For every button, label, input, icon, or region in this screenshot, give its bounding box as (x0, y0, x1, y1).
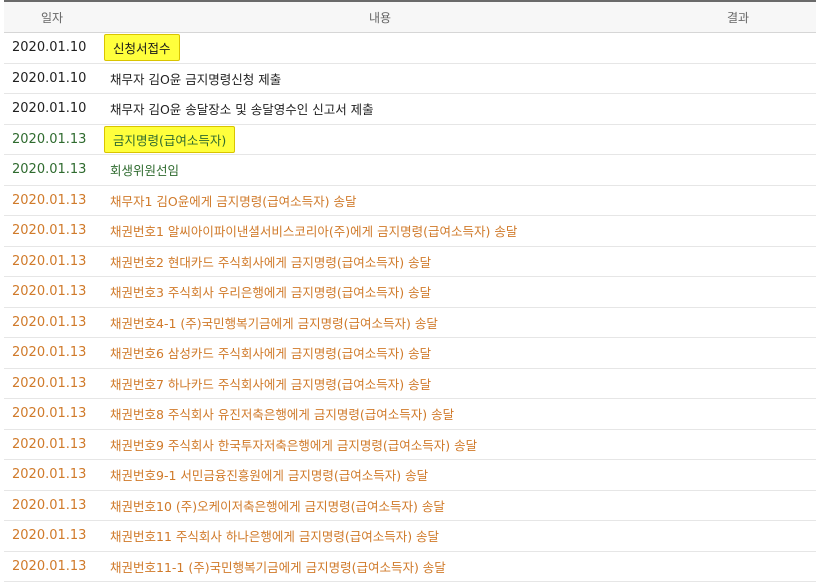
row-content: 채무자 김O윤 금지명령신청 제출 (100, 63, 660, 94)
row-content: 채권번호9-1 서민금융진흥원에게 금지명령(급여소득자) 송달 (100, 459, 660, 491)
case-history-table: 일자 내용 결과 2020.01.10 신청서접수 2020.01.10 채무자… (4, 0, 816, 582)
row-date: 2020.01.13 (4, 459, 100, 491)
table-row: 2020.01.13 채권번호4-1 (주)국민행복기금에게 금지명령(급여소득… (4, 307, 816, 338)
row-result (660, 154, 816, 186)
row-result (660, 337, 816, 369)
row-result (660, 551, 816, 582)
row-result (660, 490, 816, 521)
row-content: 금지명령(급여소득자) (100, 124, 660, 155)
table-row: 2020.01.10 채무자 김O윤 송달장소 및 송달영수인 신고서 제출 (4, 93, 816, 125)
row-content: 채권번호4-1 (주)국민행복기금에게 금지명령(급여소득자) 송달 (100, 307, 660, 338)
row-content: 채권번호1 알씨아이파이낸셜서비스코리아(주)에게 금지명령(급여소득자) 송달 (100, 215, 660, 247)
row-date: 2020.01.13 (4, 551, 100, 582)
table-body: 2020.01.10 신청서접수 2020.01.10 채무자 김O윤 금지명령… (4, 32, 816, 582)
row-result (660, 246, 816, 277)
row-date: 2020.01.13 (4, 429, 100, 460)
row-date: 2020.01.13 (4, 368, 100, 399)
row-date: 2020.01.13 (4, 124, 100, 155)
row-content: 채권번호2 현대카드 주식회사에게 금지명령(급여소득자) 송달 (100, 246, 660, 277)
row-content: 회생위원선임 (100, 154, 660, 186)
row-date: 2020.01.13 (4, 276, 100, 308)
header-row: 일자 내용 결과 (4, 1, 816, 33)
table-row: 2020.01.13 채권번호11-1 (주)국민행복기금에게 금지명령(급여소… (4, 551, 816, 582)
highlighted-entry: 신청서접수 (104, 34, 180, 62)
row-result (660, 185, 816, 216)
row-result (660, 124, 816, 155)
row-content: 채권번호11 주식회사 하나은행에게 금지명령(급여소득자) 송달 (100, 520, 660, 552)
row-date: 2020.01.13 (4, 398, 100, 430)
row-result (660, 32, 816, 64)
row-content: 신청서접수 (100, 32, 660, 64)
row-result (660, 398, 816, 430)
row-content: 채무자1 김O윤에게 금지명령(급여소득자) 송달 (100, 185, 660, 216)
header-date: 일자 (4, 1, 100, 33)
table-row: 2020.01.13 채권번호8 주식회사 유진저축은행에게 금지명령(급여소득… (4, 398, 816, 430)
table-row: 2020.01.13 채권번호3 주식회사 우리은행에게 금지명령(급여소득자)… (4, 276, 816, 308)
table-row: 2020.01.13 채권번호6 삼성카드 주식회사에게 금지명령(급여소득자)… (4, 337, 816, 369)
row-result (660, 368, 816, 399)
row-date: 2020.01.13 (4, 520, 100, 552)
row-result (660, 276, 816, 308)
row-date: 2020.01.13 (4, 307, 100, 338)
table-row: 2020.01.13 채권번호1 알씨아이파이낸셜서비스코리아(주)에게 금지명… (4, 215, 816, 247)
row-date: 2020.01.10 (4, 32, 100, 64)
row-content: 채권번호11-1 (주)국민행복기금에게 금지명령(급여소득자) 송달 (100, 551, 660, 582)
table-row: 2020.01.13 채권번호9-1 서민금융진흥원에게 금지명령(급여소득자)… (4, 459, 816, 491)
row-result (660, 63, 816, 94)
row-date: 2020.01.13 (4, 215, 100, 247)
row-content: 채무자 김O윤 송달장소 및 송달영수인 신고서 제출 (100, 93, 660, 125)
case-history-panel: 일자 내용 결과 2020.01.10 신청서접수 2020.01.10 채무자… (4, 0, 816, 582)
row-date: 2020.01.13 (4, 246, 100, 277)
table-row: 2020.01.13 채권번호2 현대카드 주식회사에게 금지명령(급여소득자)… (4, 246, 816, 277)
table-row: 2020.01.13 채권번호11 주식회사 하나은행에게 금지명령(급여소득자… (4, 520, 816, 552)
highlighted-entry: 금지명령(급여소득자) (104, 125, 236, 153)
header-result: 결과 (660, 1, 816, 33)
table-row: 2020.01.13 채권번호7 하나카드 주식회사에게 금지명령(급여소득자)… (4, 368, 816, 399)
row-content: 채권번호6 삼성카드 주식회사에게 금지명령(급여소득자) 송달 (100, 337, 660, 369)
table-row: 2020.01.13 회생위원선임 (4, 154, 816, 186)
row-content: 채권번호8 주식회사 유진저축은행에게 금지명령(급여소득자) 송달 (100, 398, 660, 430)
row-result (660, 429, 816, 460)
row-date: 2020.01.13 (4, 185, 100, 216)
row-date: 2020.01.13 (4, 490, 100, 521)
row-result (660, 520, 816, 552)
table-row: 2020.01.10 채무자 김O윤 금지명령신청 제출 (4, 63, 816, 94)
table-row: 2020.01.10 신청서접수 (4, 32, 816, 64)
row-content: 채권번호7 하나카드 주식회사에게 금지명령(급여소득자) 송달 (100, 368, 660, 399)
row-date: 2020.01.10 (4, 93, 100, 125)
table-header: 일자 내용 결과 (4, 1, 816, 33)
table-row: 2020.01.13 채무자1 김O윤에게 금지명령(급여소득자) 송달 (4, 185, 816, 216)
row-result (660, 307, 816, 338)
row-result (660, 93, 816, 125)
table-row: 2020.01.13 금지명령(급여소득자) (4, 124, 816, 155)
row-date: 2020.01.13 (4, 154, 100, 186)
row-date: 2020.01.13 (4, 337, 100, 369)
row-content: 채권번호10 (주)오케이저축은행에게 금지명령(급여소득자) 송달 (100, 490, 660, 521)
table-row: 2020.01.13 채권번호10 (주)오케이저축은행에게 금지명령(급여소득… (4, 490, 816, 521)
header-content: 내용 (100, 1, 660, 33)
table-row: 2020.01.13 채권번호9 주식회사 한국투자저축은행에게 금지명령(급여… (4, 429, 816, 460)
row-content: 채권번호9 주식회사 한국투자저축은행에게 금지명령(급여소득자) 송달 (100, 429, 660, 460)
row-result (660, 215, 816, 247)
row-content: 채권번호3 주식회사 우리은행에게 금지명령(급여소득자) 송달 (100, 276, 660, 308)
row-date: 2020.01.10 (4, 63, 100, 94)
row-result (660, 459, 816, 491)
